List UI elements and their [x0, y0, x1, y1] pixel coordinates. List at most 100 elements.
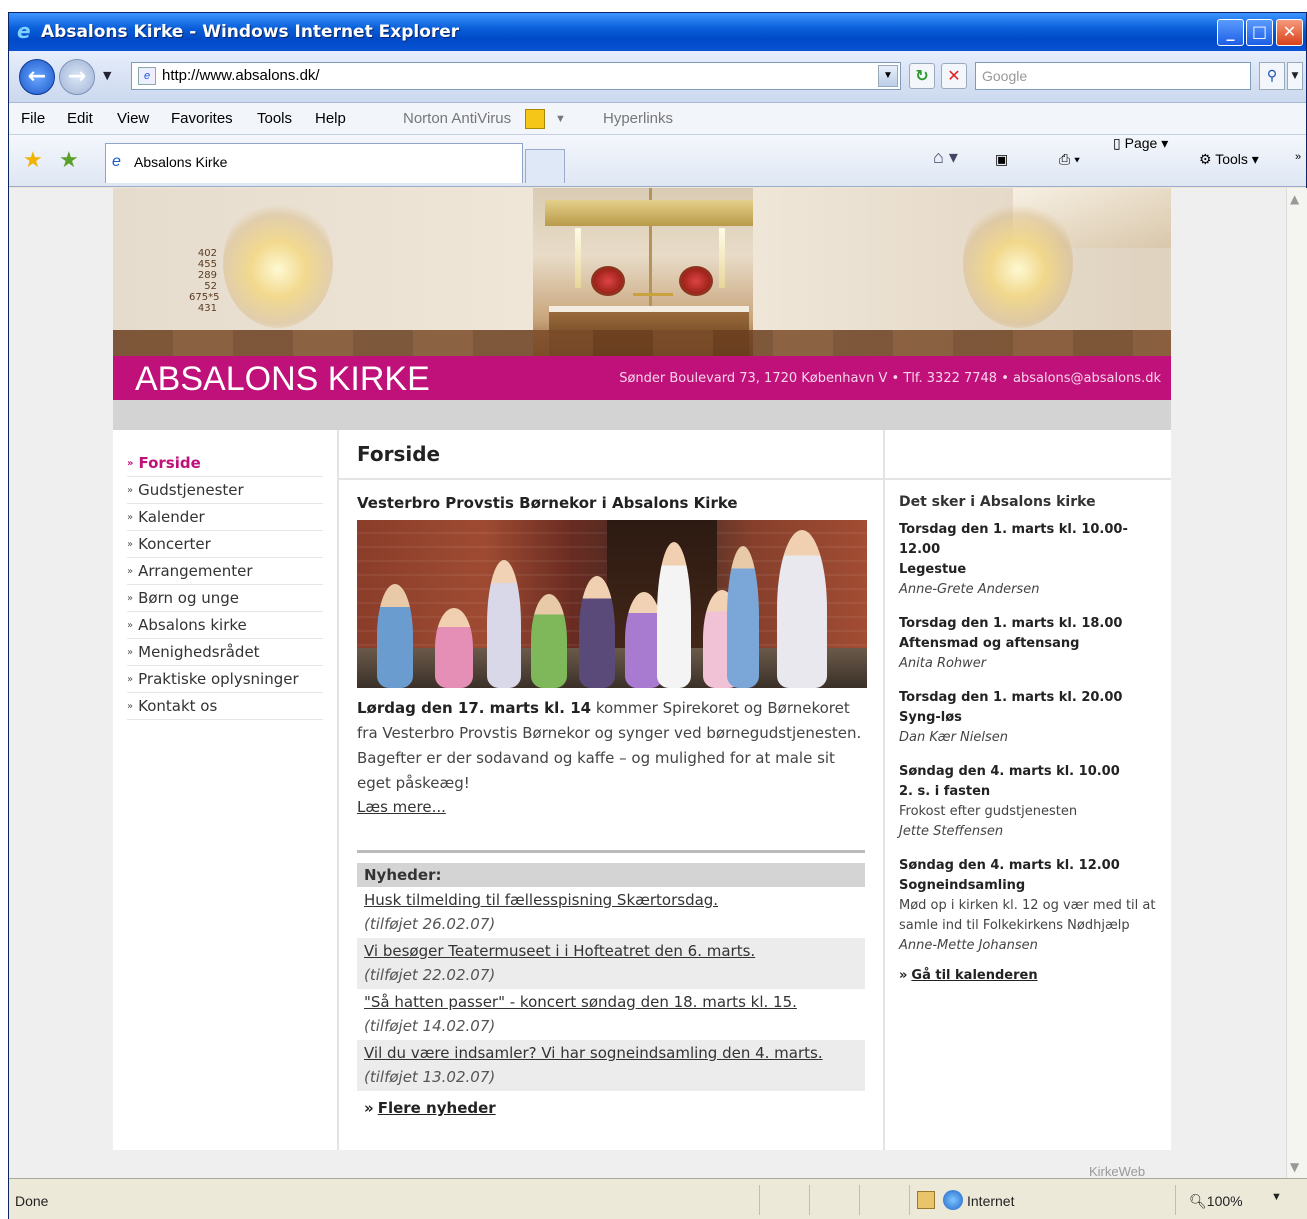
event-note: Frokost efter gudstjenesten	[899, 804, 1078, 819]
footer-credit[interactable]: KirkeWeb	[1089, 1164, 1145, 1178]
event-host: Anne-Grete Andersen	[899, 582, 1040, 597]
altar-flowers	[591, 266, 625, 296]
chandelier-right	[963, 198, 1073, 328]
hyperlinks-addon[interactable]: Hyperlinks	[603, 110, 673, 127]
news-heading: Nyheder:	[357, 863, 865, 887]
ie-logo-icon: e	[17, 19, 31, 43]
nav-label: Kalender	[138, 508, 205, 526]
status-divider	[1175, 1185, 1176, 1215]
menu-file[interactable]: File	[21, 110, 45, 127]
security-zone[interactable]: Internet	[967, 1193, 1014, 1209]
nav-item-arrangementer[interactable]: » Arrangementer	[127, 558, 323, 585]
stop-icon[interactable]: ✕	[941, 63, 967, 89]
hymn-board: 402 455 289 52 675*5 431	[189, 248, 220, 314]
maximize-button[interactable]: □	[1246, 19, 1273, 46]
feeds-icon[interactable]: ▣	[995, 151, 1008, 168]
forward-button[interactable]: →	[59, 59, 95, 95]
nav-item-praktiske-oplysninger[interactable]: » Praktiske oplysninger	[127, 666, 323, 693]
home-icon[interactable]: ⌂ ▾	[933, 147, 958, 168]
toolbar-overflow-icon[interactable]: »	[1295, 151, 1301, 163]
page-viewport: 402 455 289 52 675*5 431 ABSALONS KIRKE …	[9, 188, 1286, 1178]
search-icon[interactable]: ⚲	[1259, 62, 1285, 90]
nav-item-menighedsraadet[interactable]: » Menighedsrådet	[127, 639, 323, 666]
status-divider	[909, 1185, 910, 1215]
browser-window: e Absalons Kirke - Windows Internet Expl…	[8, 12, 1307, 1219]
hymn-number: 52	[204, 281, 217, 292]
nav-item-koncerter[interactable]: » Koncerter	[127, 531, 323, 558]
address-dropdown-icon[interactable]: ▼	[878, 65, 898, 87]
scroll-down-icon[interactable]: ▼	[1290, 1160, 1299, 1174]
nav-item-kalender[interactable]: » Kalender	[127, 504, 323, 531]
chevron-right-icon: »	[127, 620, 134, 631]
website: 402 455 289 52 675*5 431 ABSALONS KIRKE …	[113, 188, 1171, 1150]
nav-label: Menighedsrådet	[138, 643, 260, 661]
header-divider-bar	[113, 400, 1171, 430]
scroll-up-icon[interactable]: ▲	[1290, 192, 1299, 206]
news-link[interactable]: Husk tilmelding til fællesspisning Skært…	[364, 889, 858, 912]
site-navigation: » Forside » Gudstjenester » Kalender » Konce…	[127, 450, 323, 720]
protected-mode-icon[interactable]	[917, 1191, 935, 1209]
tab-favicon-icon: e	[112, 153, 121, 170]
norton-antivirus-addon[interactable]: Norton AntiVirus	[403, 110, 511, 127]
nav-item-gudstjenester[interactable]: » Gudstjenester	[127, 477, 323, 504]
search-options-dropdown-icon[interactable]: ▼	[1287, 62, 1303, 90]
tools-menu-label: Tools	[1215, 151, 1248, 167]
norton-dropdown-icon[interactable]: ▼	[555, 113, 566, 125]
photo-child	[657, 542, 691, 688]
read-more-link[interactable]: Læs mere...	[357, 798, 446, 816]
hymn-number: 675*5	[189, 292, 220, 303]
menu-view[interactable]: View	[117, 110, 149, 127]
close-button[interactable]: ✕	[1276, 19, 1303, 46]
favorites-star-icon[interactable]: ★	[23, 147, 43, 173]
news-link[interactable]: "Så hatten passer" - koncert søndag den …	[364, 991, 858, 1014]
menu-edit[interactable]: Edit	[67, 110, 93, 127]
nav-item-kontakt-os[interactable]: » Kontakt os	[127, 693, 323, 720]
events-heading: Det sker i Absalons kirke	[899, 494, 1096, 510]
hymn-number: 431	[197, 303, 217, 314]
zoom-level[interactable]: 🔍︎100%	[1189, 1193, 1243, 1210]
altar-candle	[575, 228, 581, 288]
address-input[interactable]: e http://www.absalons.dk/ ▼	[131, 62, 901, 90]
add-favorite-icon[interactable]: ★	[59, 147, 79, 173]
print-icon[interactable]: ⎙ ▾	[1059, 151, 1080, 168]
history-dropdown-icon[interactable]: ▼	[103, 69, 111, 82]
hymn-number: 455	[197, 259, 217, 270]
tab-absalons-kirke[interactable]: e Absalons Kirke	[105, 143, 523, 183]
event-host: Anita Rohwer	[899, 656, 987, 671]
children-choir-photo	[357, 520, 867, 688]
site-header-bar: ABSALONS KIRKE Sønder Boulevard 73, 1720…	[113, 356, 1171, 400]
refresh-icon[interactable]: ↻	[909, 63, 935, 89]
new-tab-button[interactable]	[525, 149, 565, 183]
more-news-link[interactable]: » Flere nyheder	[357, 1099, 865, 1117]
back-button[interactable]: ←	[19, 59, 55, 95]
news-link[interactable]: Vil du være indsamler? Vi har sogneindsa…	[364, 1042, 858, 1065]
page-icon: ▯	[1113, 135, 1121, 151]
nav-item-absalons-kirke[interactable]: » Absalons kirke	[127, 612, 323, 639]
search-input[interactable]: Google	[975, 62, 1251, 90]
page-menu[interactable]: ▯ Page ▾	[1113, 135, 1307, 152]
site-name[interactable]: ABSALONS KIRKE	[135, 360, 430, 399]
status-divider	[759, 1185, 760, 1215]
calendar-link[interactable]: » Gå til kalenderen	[899, 968, 1161, 983]
gear-icon: ⚙	[1199, 151, 1212, 167]
tools-menu[interactable]: ⚙ Tools ▾	[1199, 151, 1259, 168]
more-news-label: Flere nyheder	[377, 1099, 496, 1117]
news-link[interactable]: Vi besøger Teatermuseet i i Hofteatret d…	[364, 940, 858, 963]
news-item: Vil du være indsamler? Vi har sogneindsa…	[357, 1040, 865, 1091]
minimize-button[interactable]: _	[1217, 19, 1244, 46]
event-host: Dan Kær Nielsen	[899, 730, 1009, 745]
menu-help[interactable]: Help	[315, 110, 346, 127]
nav-item-boern-og-unge[interactable]: » Børn og unge	[127, 585, 323, 612]
nav-label: Koncerter	[138, 535, 211, 553]
event-host: Jette Steffensen	[899, 824, 1004, 839]
event-item: Søndag den 4. marts kl. 10.00 2. s. i fa…	[899, 762, 1161, 842]
menu-favorites[interactable]: Favorites	[171, 110, 233, 127]
vertical-scrollbar[interactable]: ▲ ▼	[1286, 188, 1307, 1178]
menu-tools[interactable]: Tools	[257, 110, 292, 127]
column-divider	[337, 430, 339, 1150]
hymn-number: 289	[197, 270, 217, 281]
zoom-dropdown-icon[interactable]: ▼	[1271, 1191, 1282, 1203]
nav-item-forside[interactable]: » Forside	[127, 450, 323, 477]
window-title: Absalons Kirke - Windows Internet Explor…	[41, 22, 460, 42]
norton-icon[interactable]	[525, 109, 545, 129]
